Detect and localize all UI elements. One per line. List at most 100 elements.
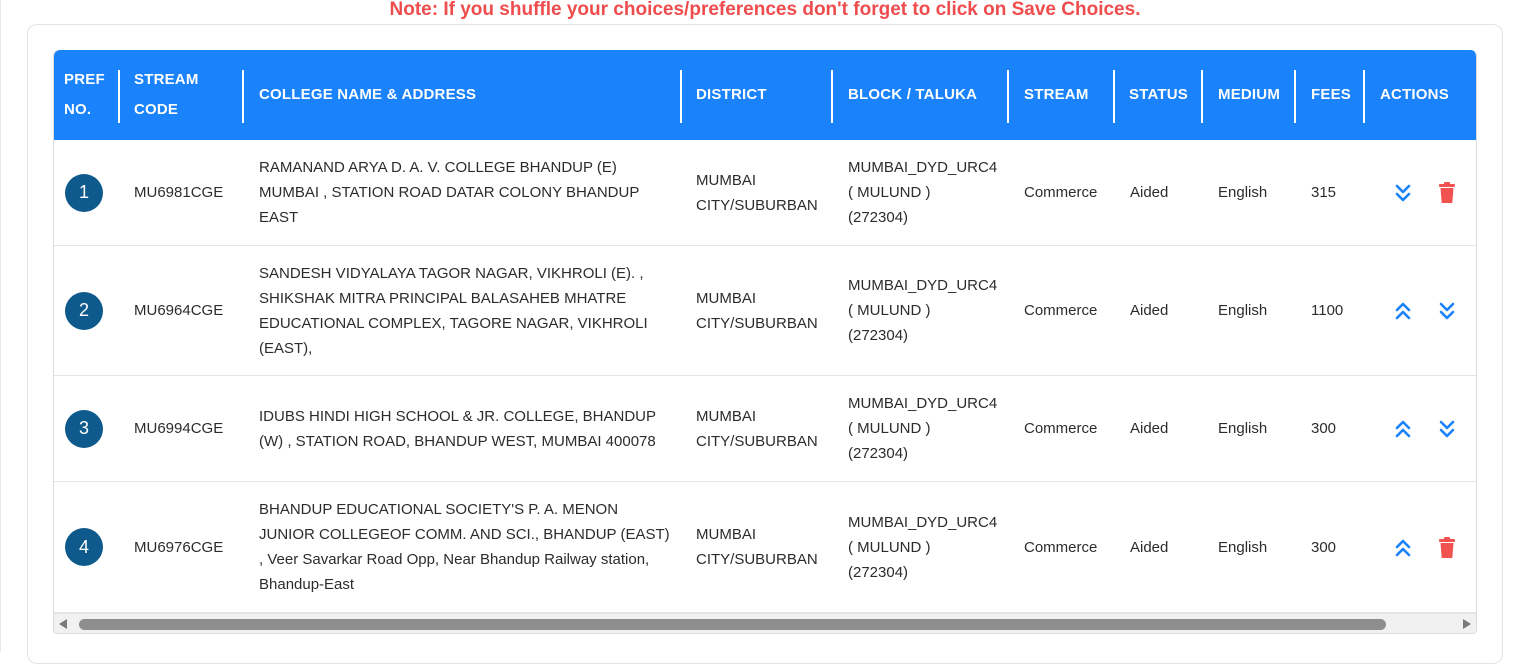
college-cell-line: Bhandup-East xyxy=(259,576,355,593)
medium-cell: English xyxy=(1218,302,1268,319)
district-cell-line: MUMBAI xyxy=(696,407,756,425)
block-cell-line: MUMBAI_DYD_URC4 xyxy=(848,513,998,531)
college-cell-line: SANDESH VIDYALAYA TAGOR NAGAR, VIKHROLI … xyxy=(259,264,644,282)
stream-cell: Commerce xyxy=(1024,184,1098,201)
stream-code-cell: MU6976CGE xyxy=(134,538,224,556)
block-cell-line: ( MULUND ) xyxy=(848,302,931,319)
scroll-thumb[interactable] xyxy=(79,619,1386,630)
pref-cell: 1 xyxy=(65,140,103,245)
college-cell-line: MUMBAI , STATION ROAD DATAR COLONY BHAND… xyxy=(259,184,640,201)
horizontal-scrollbar[interactable] xyxy=(54,613,1476,633)
block-cell-line: (272304) xyxy=(848,445,909,462)
move-up-icon[interactable] xyxy=(1392,300,1414,322)
district-cell: MUMBAI CITY/SUBURBAN xyxy=(696,482,818,612)
page-left-border xyxy=(0,0,1,652)
header-fees: FEES xyxy=(1294,50,1364,140)
table-header: PREF NO. STREAM CODE COLLEGE NAME & ADDRES… xyxy=(54,50,1476,140)
district-cell-line: MUMBAI xyxy=(696,289,756,307)
table-row: 4 MU6976CGE BHANDUP EDUCATIONAL SOCIETY'S … xyxy=(54,482,1476,613)
status-cell: Aided xyxy=(1130,420,1169,437)
fees-cell: 315 xyxy=(1311,184,1337,201)
header-stream-code-line1: STREAM xyxy=(134,71,199,88)
move-down-icon[interactable] xyxy=(1436,300,1458,322)
move-down-icon[interactable] xyxy=(1392,182,1414,204)
college-cell: SANDESH VIDYALAYA TAGOR NAGAR, VIKHROLI … xyxy=(259,246,648,375)
block-cell: MUMBAI_DYD_URC4 ( MULUND ) (272304) xyxy=(848,482,997,612)
block-cell-line: (272304) xyxy=(848,563,909,581)
stream-cell: Commerce xyxy=(1024,302,1098,319)
district-cell-line: CITY/SUBURBAN xyxy=(696,314,818,332)
preferences-table: PREF NO. STREAM CODE COLLEGE NAME & ADDRES… xyxy=(53,50,1477,634)
district-cell: MUMBAI CITY/SUBURBAN xyxy=(696,140,818,245)
delete-icon[interactable] xyxy=(1436,182,1458,204)
scroll-right-arrow-icon[interactable] xyxy=(1463,619,1471,629)
pref-cell: 3 xyxy=(65,376,103,481)
table-row: 2 MU6964CGE SANDESH VIDYALAYA TAGOR NAGAR,… xyxy=(54,246,1476,376)
college-cell-line: IDUBS HINDI HIGH SCHOOL & JR. COLLEGE, B… xyxy=(259,407,657,425)
medium-cell: English xyxy=(1218,184,1268,201)
header-block: BLOCK / TALUKA xyxy=(831,50,1008,140)
college-cell-line: (EAST), xyxy=(259,339,313,357)
block-cell: MUMBAI_DYD_URC4 ( MULUND ) (272304) xyxy=(848,376,997,481)
pref-cell: 4 xyxy=(65,482,103,612)
college-cell-line: JUNIOR COLLEGEOF COMM. AND SCI., BHANDUP… xyxy=(259,526,670,543)
district-cell: MUMBAI CITY/SUBURBAN xyxy=(696,376,818,481)
college-cell-line: SHIKSHAK MITRA PRINCIPAL BALASAHEB MHATR… xyxy=(259,289,627,307)
district-cell-line: CITY/SUBURBAN xyxy=(696,196,818,214)
district-cell-line: MUMBAI xyxy=(696,171,756,189)
college-cell: RAMANAND ARYA D. A. V. COLLEGE BHANDUP (… xyxy=(259,140,639,245)
block-cell: MUMBAI_DYD_URC4 ( MULUND ) (272304) xyxy=(848,246,997,375)
block-cell-line: MUMBAI_DYD_URC4 xyxy=(848,277,998,294)
move-down-icon[interactable] xyxy=(1436,418,1458,440)
pref-cell: 2 xyxy=(65,246,103,375)
table-row: 1 MU6981CGE RAMANAND ARYA D. A. V. COLLEGE… xyxy=(54,140,1476,246)
header-stream-code-line2: CODE xyxy=(134,101,179,118)
block-cell-line: (272304) xyxy=(848,327,909,344)
block-cell-line: (272304) xyxy=(848,209,909,226)
delete-icon[interactable] xyxy=(1436,536,1458,559)
stream-code-cell: MU6994CGE xyxy=(134,420,224,437)
header-district: DISTRICT xyxy=(680,50,832,140)
pref-number-badge: 3 xyxy=(65,409,103,448)
status-cell: Aided xyxy=(1130,302,1169,319)
move-up-icon[interactable] xyxy=(1392,418,1414,440)
status-cell: Aided xyxy=(1130,184,1169,201)
block-cell-line: MUMBAI_DYD_URC4 xyxy=(848,159,998,176)
header-pref-line2: NO. xyxy=(64,101,92,118)
page: Note: If you shuffle your choices/prefer… xyxy=(0,0,1526,664)
college-cell: IDUBS HINDI HIGH SCHOOL & JR. COLLEGE, B… xyxy=(259,376,656,481)
stream-code-cell: MU6981CGE xyxy=(134,184,224,201)
header-actions: ACTIONS xyxy=(1363,50,1476,140)
district-cell-line: MUMBAI xyxy=(696,526,756,543)
college-cell-line: EDUCATIONAL COMPLEX, TAGORE NAGAR, VIKHR… xyxy=(259,314,648,332)
header-medium: MEDIUM xyxy=(1201,50,1295,140)
college-cell-line: BHANDUP EDUCATIONAL SOCIETY'S P. A. MENO… xyxy=(259,501,619,518)
college-cell: BHANDUP EDUCATIONAL SOCIETY'S P. A. MENO… xyxy=(259,482,670,612)
pref-number-badge: 4 xyxy=(65,528,103,566)
pref-number-badge: 1 xyxy=(65,173,103,212)
header-stream-code: STREAM CODE xyxy=(118,50,243,140)
college-cell-line: , Veer Savarkar Road Opp, Near Bhandup R… xyxy=(259,551,650,568)
stream-cell: Commerce xyxy=(1024,420,1098,437)
scroll-left-arrow-icon[interactable] xyxy=(59,619,67,629)
medium-cell: English xyxy=(1218,420,1268,437)
district-cell: MUMBAI CITY/SUBURBAN xyxy=(696,246,818,375)
pref-number-badge: 2 xyxy=(65,291,103,330)
district-cell-line: CITY/SUBURBAN xyxy=(696,551,818,568)
header-college: COLLEGE NAME & ADDRESS xyxy=(242,50,680,140)
fees-cell: 300 xyxy=(1311,538,1337,556)
stream-cell: Commerce xyxy=(1024,538,1098,556)
medium-cell: English xyxy=(1218,538,1268,556)
status-cell: Aided xyxy=(1130,538,1169,556)
fees-cell: 300 xyxy=(1311,420,1337,437)
block-cell-line: ( MULUND ) xyxy=(848,538,931,556)
header-pref-line1: PREF xyxy=(64,71,105,88)
header-stream: STREAM xyxy=(1007,50,1114,140)
district-cell-line: CITY/SUBURBAN xyxy=(696,432,818,450)
save-choices-note: Note: If you shuffle your choices/prefer… xyxy=(389,0,1141,20)
move-up-icon[interactable] xyxy=(1392,537,1414,559)
block-cell-line: MUMBAI_DYD_URC4 xyxy=(848,395,998,412)
fees-cell: 1100 xyxy=(1311,302,1344,319)
header-pref-no: PREF NO. xyxy=(54,50,118,140)
stream-code-cell: MU6964CGE xyxy=(134,302,224,319)
